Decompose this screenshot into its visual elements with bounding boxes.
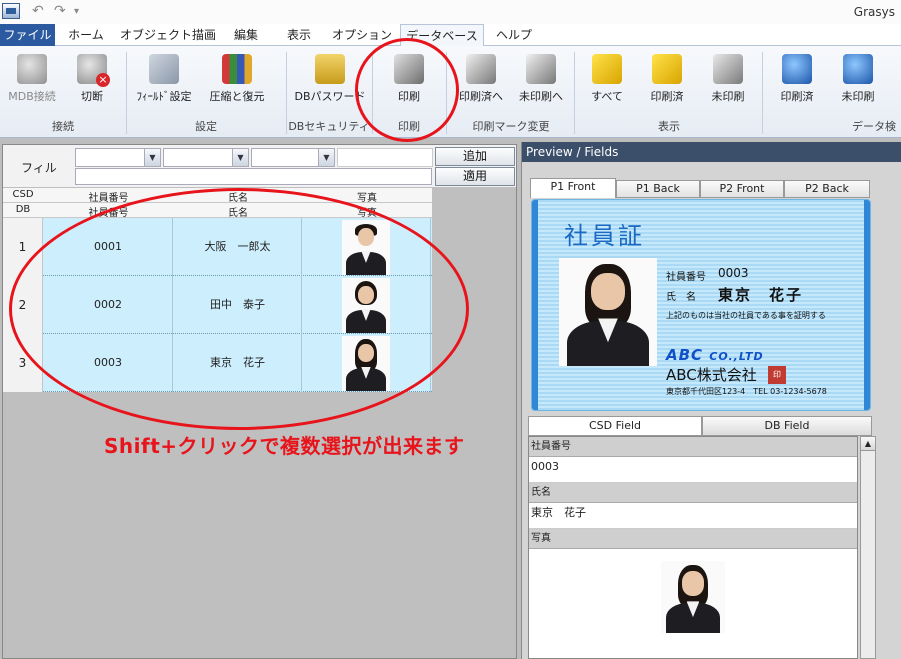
show-all-button[interactable]: すべて bbox=[582, 52, 632, 112]
card-name-label: 氏 名 bbox=[666, 292, 696, 303]
annotation-text: Shift+クリックで複数選択が出来ます bbox=[104, 434, 465, 458]
group-label-print-mark: 印刷マーク変更 bbox=[472, 120, 550, 133]
tab-p2-back[interactable]: P2 Back bbox=[784, 180, 870, 198]
tab-edit[interactable]: 編集 bbox=[224, 24, 268, 46]
tab-view[interactable]: 表示 bbox=[274, 24, 324, 46]
annotation-circle-rows bbox=[9, 188, 469, 430]
field-value[interactable]: 0003 bbox=[529, 457, 857, 483]
group-label-db-security: DBセキュリティ bbox=[288, 120, 370, 133]
field-photo[interactable] bbox=[661, 561, 725, 633]
field-list: 社員番号 0003 氏名 東京 花子 写真 bbox=[528, 436, 858, 659]
show-all-icon bbox=[592, 54, 622, 84]
filter-logic-combo[interactable]: ▼ bbox=[251, 148, 335, 167]
mark-unprinted-icon bbox=[526, 54, 556, 84]
scroll-up-icon[interactable]: ▲ bbox=[861, 437, 875, 451]
filter-label: フィル bbox=[21, 161, 57, 175]
apply-button[interactable]: 適用 bbox=[435, 167, 515, 186]
search-printed-icon bbox=[782, 54, 812, 84]
card-address: 東京都千代田区123-4 TEL 03-1234-5678 bbox=[666, 387, 827, 396]
field-label: 氏名 bbox=[529, 483, 857, 503]
tab-p1-back[interactable]: P1 Back bbox=[616, 180, 700, 198]
card-name-value: 東京 花子 bbox=[718, 286, 804, 304]
search-unprinted-icon bbox=[843, 54, 873, 84]
card-heading: 社員証 bbox=[564, 222, 645, 250]
card-id-label: 社員番号 bbox=[666, 272, 706, 283]
preview-fields-panel: Preview / Fields P1 Front P1 Back P2 Fro… bbox=[521, 142, 901, 659]
tab-object-draw[interactable]: オブジェクト描画 bbox=[118, 24, 218, 46]
tab-db-field[interactable]: DB Field bbox=[702, 416, 872, 436]
archive-icon bbox=[222, 54, 252, 84]
disconnect-button[interactable]: 切断 bbox=[64, 52, 120, 112]
chevron-down-icon[interactable]: ▼ bbox=[144, 149, 160, 166]
tab-file[interactable]: ファイル bbox=[0, 24, 55, 46]
card-id-value: 0003 bbox=[718, 266, 749, 280]
chevron-down-icon[interactable]: ▼ bbox=[318, 149, 334, 166]
undo-icon[interactable]: ↶ bbox=[32, 3, 44, 19]
tab-csd-field[interactable]: CSD Field bbox=[528, 416, 702, 436]
app-logo-icon bbox=[2, 3, 20, 19]
csd-row-label: CSD bbox=[12, 189, 34, 200]
field-value[interactable]: 東京 花子 bbox=[529, 503, 857, 529]
mdb-connect-button[interactable]: MDB接続 bbox=[4, 52, 60, 112]
filter-operator-combo[interactable]: ▼ bbox=[163, 148, 249, 167]
db-row-label: DB bbox=[15, 204, 31, 215]
group-label-connection: 接続 bbox=[52, 120, 74, 133]
show-printed-icon bbox=[652, 54, 682, 84]
disconnect-icon bbox=[77, 54, 110, 87]
field-settings-icon bbox=[149, 54, 179, 84]
mark-unprinted-button[interactable]: 未印刷へ bbox=[512, 52, 570, 112]
group-label-display: 表示 bbox=[658, 120, 680, 133]
mark-printed-button[interactable]: 印刷済へ bbox=[452, 52, 510, 112]
annotation-circle-print bbox=[355, 38, 459, 142]
title-bar: ↶ ↷ ▾ Grasys bbox=[0, 0, 901, 24]
tab-p2-front[interactable]: P2 Front bbox=[700, 180, 784, 198]
show-unprinted-button[interactable]: 未印刷 bbox=[700, 52, 756, 112]
id-card-preview: 社員証 社員番号 0003 氏 名 東京 花子 上記のものは当社の社員である事を… bbox=[531, 199, 871, 411]
filter-expression-input[interactable] bbox=[75, 168, 432, 185]
ribbon-tab-row: ファイル ホーム オブジェクト描画 編集 表示 オプション データベース ヘルプ bbox=[0, 24, 901, 47]
panel-title: Preview / Fields bbox=[522, 142, 901, 162]
group-label-data-search: データ検 bbox=[852, 120, 896, 133]
add-button[interactable]: 追加 bbox=[435, 147, 515, 166]
card-company: ABC株式会社 bbox=[666, 366, 757, 384]
field-list-scrollbar[interactable]: ▲ bbox=[860, 436, 876, 659]
redo-icon[interactable]: ↷ bbox=[54, 3, 66, 19]
database-icon bbox=[17, 54, 47, 84]
chevron-down-icon[interactable]: ▼ bbox=[232, 149, 248, 166]
group-divider bbox=[126, 52, 127, 134]
lock-icon bbox=[315, 54, 345, 84]
group-label-settings: 設定 bbox=[195, 120, 217, 133]
mark-printed-icon bbox=[466, 54, 496, 84]
group-divider bbox=[762, 52, 763, 134]
filter-area: フィル ▼ ▼ ▼ 追加 適用 bbox=[3, 145, 516, 187]
company-seal: 印 bbox=[768, 366, 786, 384]
field-label: 写真 bbox=[529, 529, 857, 549]
filter-value-input[interactable] bbox=[337, 148, 433, 167]
app-title: Grasys bbox=[853, 5, 895, 19]
search-unprinted-button[interactable]: 未印刷 bbox=[830, 52, 886, 112]
show-printed-button[interactable]: 印刷済 bbox=[638, 52, 696, 112]
filter-field-combo[interactable]: ▼ bbox=[75, 148, 161, 167]
tab-p1-front[interactable]: P1 Front bbox=[530, 178, 616, 198]
card-note: 上記のものは当社の社員である事を証明する bbox=[666, 311, 826, 320]
company-logo: ABC CO.,LTD bbox=[666, 346, 764, 364]
search-printed-button[interactable]: 印刷済 bbox=[768, 52, 826, 112]
group-divider bbox=[574, 52, 575, 134]
quick-access-dropdown-icon[interactable]: ▾ bbox=[74, 6, 79, 17]
field-settings-button[interactable]: ﾌｨｰﾙﾄﾞ設定 bbox=[128, 52, 200, 112]
tab-home[interactable]: ホーム bbox=[60, 24, 112, 46]
compress-restore-button[interactable]: 圧縮と復元 bbox=[204, 52, 270, 112]
field-label: 社員番号 bbox=[529, 437, 857, 457]
tab-help[interactable]: ヘルプ bbox=[490, 24, 538, 46]
group-divider bbox=[286, 52, 287, 134]
show-unprinted-icon bbox=[713, 54, 743, 84]
card-photo bbox=[559, 258, 657, 366]
